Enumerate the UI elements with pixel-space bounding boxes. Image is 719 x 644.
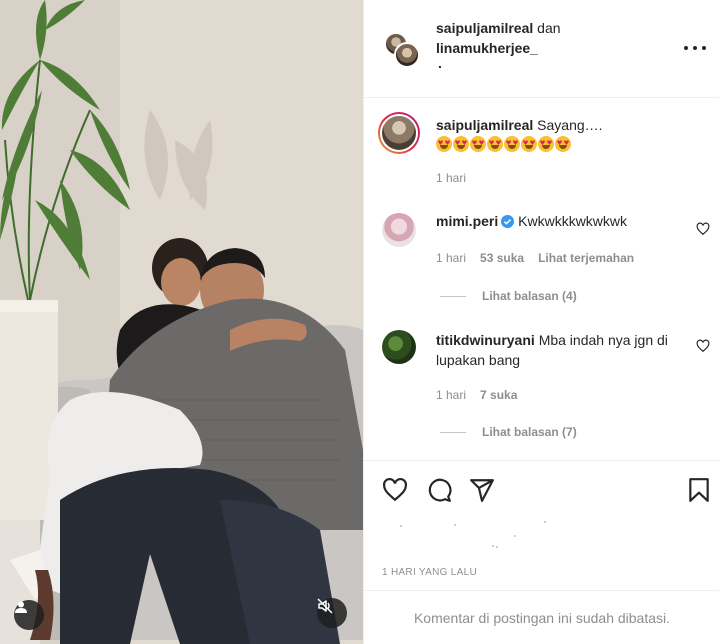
view-replies-label: Lihat balasan (4) xyxy=(482,289,577,303)
comment-likes-link[interactable]: 7 suka xyxy=(480,387,517,403)
comment: titikdwinuryani Mba indah nya jgn di lup… xyxy=(436,330,686,370)
comments-restricted-notice: Komentar di postingan ini sudah dibatasi… xyxy=(364,590,719,644)
post-details-panel: saipuljamilreal dan linamukherjee_ . sai… xyxy=(363,0,719,644)
caption-username-link[interactable]: saipuljamilreal xyxy=(436,117,533,133)
view-replies-label: Lihat balasan (7) xyxy=(482,425,577,439)
comment-age[interactable]: 1 hari xyxy=(436,387,466,403)
caption-text: Sayang…. xyxy=(537,117,603,133)
post-actions: 1 HARI YANG LALU xyxy=(364,460,719,590)
dot-icon xyxy=(693,46,697,50)
dot-icon xyxy=(684,46,688,50)
comment-icon[interactable] xyxy=(426,477,452,503)
replies-divider xyxy=(440,431,466,433)
collab-conjunction: dan xyxy=(537,20,561,36)
dot-icon xyxy=(702,46,706,50)
comment-username-link[interactable]: titikdwinuryani xyxy=(436,332,535,348)
see-translation-link[interactable]: Lihat terjemahan xyxy=(538,250,634,266)
caption-meta: 1 hari xyxy=(436,170,466,186)
collaborator-username-link[interactable]: linamukherjee_ xyxy=(436,40,538,56)
header-subline: . xyxy=(438,55,442,71)
speaker-muted-icon[interactable] xyxy=(317,598,347,628)
caption-author-avatar[interactable] xyxy=(378,112,420,154)
comment-meta: 1 hari 7 suka xyxy=(436,387,517,403)
replies-divider xyxy=(440,295,466,297)
like-comment-heart-icon[interactable] xyxy=(696,222,710,236)
share-icon[interactable] xyxy=(469,477,495,503)
likes-summary xyxy=(394,521,554,551)
comment-likes-link[interactable]: 53 suka xyxy=(480,250,524,266)
avatar[interactable] xyxy=(382,330,416,364)
comment-age[interactable]: 1 hari xyxy=(436,250,466,266)
comment-meta: 1 hari 53 suka Lihat terjemahan xyxy=(436,250,634,266)
comments-list[interactable]: saipuljamilreal Sayang…. 1 hari mimi.per… xyxy=(364,98,719,460)
bookmark-icon[interactable] xyxy=(686,477,712,503)
avatar[interactable] xyxy=(394,42,420,68)
verified-badge-icon xyxy=(501,215,515,228)
comment: mimi.peri Kwkwkkkwkwkwk xyxy=(436,211,698,231)
caption: saipuljamilreal Sayang…. xyxy=(436,115,698,155)
avatar[interactable] xyxy=(382,213,416,247)
post-timestamp[interactable]: 1 HARI YANG LALU xyxy=(382,567,477,578)
post-media-illustration xyxy=(0,0,363,644)
view-replies-button[interactable]: Lihat balasan (7) xyxy=(440,424,577,440)
heart-eyes-emoji xyxy=(436,136,572,153)
view-replies-button[interactable]: Lihat balasan (4) xyxy=(440,288,577,304)
collab-names: saipuljamilreal dan linamukherjee_ . xyxy=(436,18,561,71)
comment-username-link[interactable]: mimi.peri xyxy=(436,213,498,229)
post-header: saipuljamilreal dan linamukherjee_ . xyxy=(364,0,719,98)
heart-icon[interactable] xyxy=(382,477,408,503)
more-options-button[interactable] xyxy=(684,40,706,56)
collab-avatars[interactable] xyxy=(384,32,420,68)
author-username-link[interactable]: saipuljamilreal xyxy=(436,20,533,36)
caption-age[interactable]: 1 hari xyxy=(436,170,466,186)
user-tag-icon[interactable] xyxy=(14,600,44,630)
post-media-video[interactable] xyxy=(0,0,363,644)
like-comment-heart-icon[interactable] xyxy=(696,339,710,353)
comment-text: Kwkwkkkwkwkwk xyxy=(518,213,628,229)
